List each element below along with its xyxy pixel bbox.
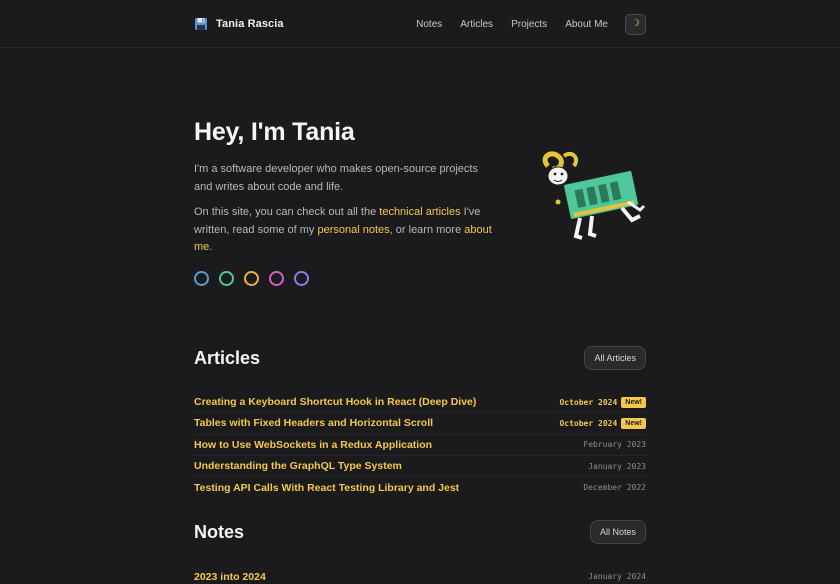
note-row: 2023 into 2024 January 2024 [194,566,646,584]
moon-icon: ☽ [631,18,640,29]
hero-site-text: On this site, you can check out all the … [194,204,494,257]
note-meta: January 2024 [588,572,646,581]
hero-site-text-1: On this site, you can check out all the [194,206,380,218]
articles-list: Creating a Keyboard Shortcut Hook in Rea… [194,392,646,498]
article-date: October 2024 [559,418,618,428]
article-title-link[interactable]: Tables with Fixed Headers and Horizontal… [194,417,433,429]
theme-color-yellow[interactable] [244,270,259,286]
theme-color-green[interactable] [219,270,234,286]
article-title-link[interactable]: Understanding the GraphQL Type System [194,460,402,472]
main-nav: Notes Articles Projects About Me ☽ [416,13,646,35]
article-meta: January 2023 [588,462,646,471]
theme-toggle-button[interactable]: ☽ [625,13,646,35]
hero-intro: I'm a software developer who makes open-… [194,163,478,193]
article-row: Tables with Fixed Headers and Horizontal… [194,413,646,435]
article-date: October 2024 [559,397,618,407]
notes-list: 2023 into 2024 January 2024 [194,566,646,584]
article-row: Understanding the GraphQL Type System Ja… [194,456,646,478]
hero-site-text-3: , or learn more [389,223,465,236]
site-header: Tania Rascia Notes Articles Projects Abo… [0,0,840,48]
article-row: How to Use WebSockets in a Redux Applica… [194,435,646,456]
brand-link[interactable]: Tania Rascia [194,17,284,31]
article-date: January 2023 [588,461,646,471]
new-badge: New! [621,396,646,408]
article-title-link[interactable]: Creating a Keyboard Shortcut Hook in Rea… [194,396,476,408]
article-date: December 2022 [583,483,646,493]
article-date: February 2023 [583,440,646,450]
article-row: Testing API Calls With React Testing Lib… [194,477,646,498]
notes-section: Notes All Notes 2023 into 2024 January 2… [194,520,646,584]
article-title-link[interactable]: How to Use WebSockets in a Redux Applica… [194,439,432,451]
nav-articles-link[interactable]: Articles [460,19,493,30]
ram-mascot-illustration [542,151,646,240]
notes-header: Notes All Notes [194,520,646,544]
hero-heading: Hey, I'm Tania [194,118,355,146]
article-title-link[interactable]: Testing API Calls With React Testing Lib… [194,482,459,494]
note-title-link[interactable]: 2023 into 2024 [194,571,266,583]
nav-about-link[interactable]: About Me [565,19,608,30]
theme-color-picker [194,270,646,286]
articles-header: Articles All Articles [194,346,646,370]
personal-notes-link[interactable]: personal notes [318,224,390,236]
theme-color-purple[interactable] [294,270,309,286]
note-date: January 2024 [588,572,646,582]
theme-color-blue[interactable] [194,270,209,286]
all-articles-button[interactable]: All Articles [584,346,646,370]
notes-heading: Notes [194,521,245,542]
nav-projects-link[interactable]: Projects [511,19,547,30]
header-inner: Tania Rascia Notes Articles Projects Abo… [194,0,646,48]
article-meta: October 2024 New! [559,396,646,408]
hero-site-text-4: . [209,241,213,253]
new-badge: New! [621,417,646,429]
nav-links: Notes Articles Projects About Me [416,19,608,30]
nav-notes-link[interactable]: Notes [416,19,442,30]
theme-color-pink[interactable] [269,270,284,286]
technical-articles-link[interactable]: technical articles [379,206,460,218]
article-row: Creating a Keyboard Shortcut Hook in Rea… [194,392,646,414]
articles-heading: Articles [194,347,261,368]
articles-section: Articles All Articles Creating a Keyboar… [194,346,646,498]
article-meta: October 2024 New! [559,417,646,429]
article-meta: February 2023 [583,440,646,449]
site-title: Tania Rascia [216,18,284,30]
all-notes-button[interactable]: All Notes [589,520,646,544]
floppy-disk-icon [195,18,207,30]
article-meta: December 2022 [583,483,646,492]
